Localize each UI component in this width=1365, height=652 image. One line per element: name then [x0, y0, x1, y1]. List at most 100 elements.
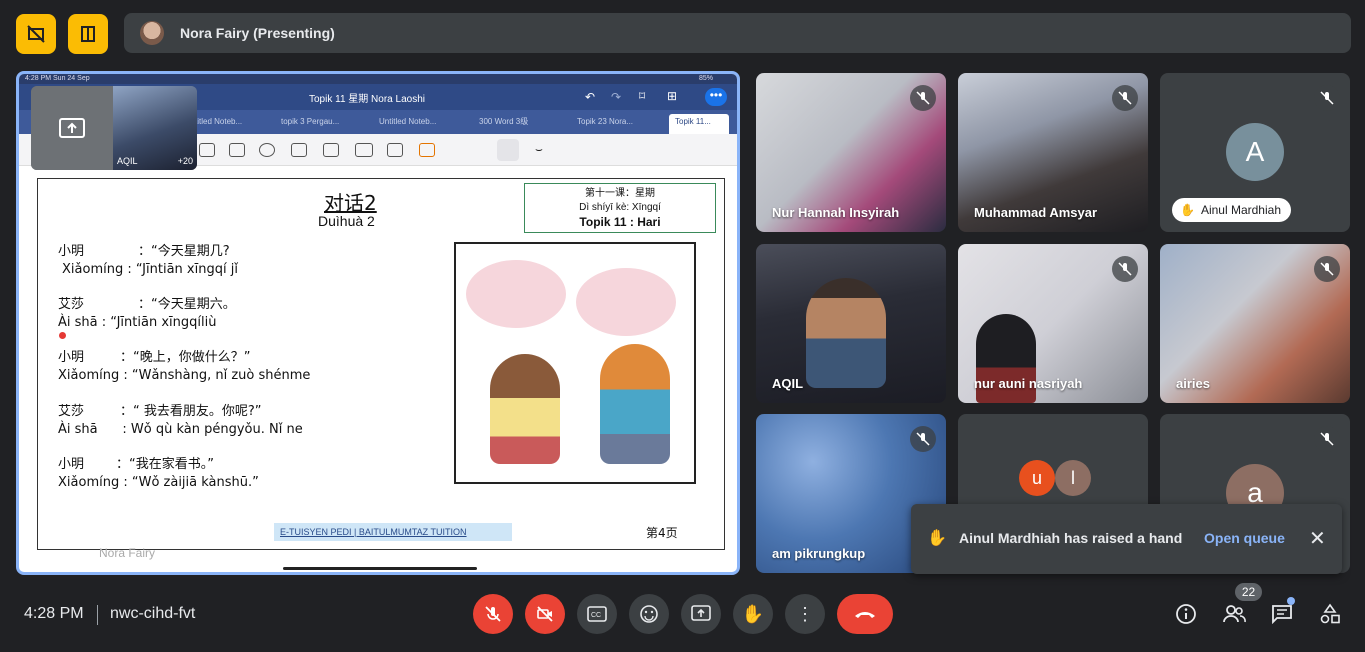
participant-tile[interactable]: A ✋ Ainul Mardhiah: [1160, 73, 1350, 232]
tablet-status-time: 4:28 PM Sun 24 Sep: [25, 75, 90, 82]
pip-camera-feed: AQIL +20: [113, 86, 197, 170]
sticker-tool-icon[interactable]: [291, 143, 307, 157]
participant-tile[interactable]: airies: [1160, 244, 1350, 403]
participant-name: am pikrungkup: [772, 546, 866, 561]
avatar: u: [1019, 460, 1055, 496]
dialogue-title-pinyin: Duìhuà 2: [318, 213, 375, 229]
document-title[interactable]: Topik 11 星期 Nora Laoshi: [309, 90, 425, 105]
more-options-icon[interactable]: •••: [705, 88, 727, 106]
leave-call-button[interactable]: [837, 594, 893, 634]
dialogue-speaker: 小明: [58, 350, 85, 365]
raised-hand-icon: ✋: [1180, 203, 1195, 217]
notebook-tab-active[interactable]: Topik 11...: [669, 114, 729, 134]
emoji-reaction-button[interactable]: [629, 594, 669, 634]
presenter-overlay-name: Nora Fairy: [99, 546, 156, 560]
tablet-status-bar: 4:28 PM Sun 24 Sep 85%: [19, 74, 737, 84]
participant-name: nur auni nasriyah: [974, 376, 1083, 391]
participant-tile[interactable]: Nur Hannah Insyirah: [756, 73, 946, 232]
camera-toggle-button[interactable]: [525, 594, 565, 634]
notebook-tab[interactable]: topik 3 Pergau...: [275, 114, 345, 130]
chat-icon[interactable]: [1270, 602, 1294, 626]
dialogue-line: ：“今天星期六。: [138, 297, 236, 312]
people-icon[interactable]: [1222, 602, 1246, 626]
dialogue-pinyin: Ài shā : Wǒ qù kàn péngyǒu. Nǐ ne: [58, 422, 303, 437]
avatar: l: [1055, 460, 1091, 496]
laser-tool-icon[interactable]: [419, 143, 435, 157]
pen-size-icon[interactable]: [497, 139, 519, 161]
stroke-style-icon[interactable]: ⌣: [535, 142, 543, 157]
activities-icon[interactable]: [1318, 602, 1342, 626]
people-count-badge: 22: [1235, 583, 1262, 601]
dialogue-line: ：“ 我去看朋友。你呢?”: [120, 404, 262, 419]
participant-name: Nur Hannah Insyirah: [772, 205, 900, 220]
mic-off-icon: [1314, 256, 1340, 282]
participant-tile[interactable]: Muhammad Amsyar: [958, 73, 1148, 232]
image-tool-icon[interactable]: [323, 143, 339, 157]
participant-tile[interactable]: nur auni nasriyah: [958, 244, 1148, 403]
mic-off-icon: [1314, 426, 1340, 452]
dialogue-line: ：“我在家看书。”: [116, 457, 214, 472]
lesson-box-line: 第十一课：星期: [585, 188, 655, 199]
presentation-stage: 4:28 PM Sun 24 Sep 85% Topik 11 星期 Nora …: [16, 71, 740, 575]
meeting-time: 4:28 PM: [24, 605, 84, 622]
dialogue-pinyin: Ài shā : “Jīntiān xīngqíliù: [58, 315, 217, 330]
bookmark-icon[interactable]: ⌑: [639, 89, 645, 103]
mic-off-icon: [1112, 85, 1138, 111]
presenter-bar: Nora Fairy (Presenting): [124, 13, 1351, 53]
battery-indicator: 85%: [698, 75, 713, 82]
notebook-tab[interactable]: Untitled Noteb...: [373, 114, 443, 130]
raise-hand-button[interactable]: ✋: [733, 594, 773, 634]
redo-icon[interactable]: ↷: [611, 90, 621, 104]
raised-hand-chip: ✋ Ainul Mardhiah: [1172, 198, 1291, 222]
dialogue-pinyin: Xiǎomíng : “Wǎnshàng, nǐ zuò shénme: [58, 368, 311, 383]
notebook-tab[interactable]: titled Noteb...: [189, 114, 259, 130]
dialogue-speaker: 艾莎: [58, 404, 85, 419]
text-tool-icon[interactable]: [387, 143, 403, 157]
chat-notification-dot: [1287, 597, 1295, 605]
present-now-button[interactable]: [681, 594, 721, 634]
hand-icon: ✋: [741, 603, 765, 624]
shapes-tool-icon[interactable]: [229, 143, 245, 157]
presenter-label: Nora Fairy (Presenting): [180, 25, 335, 41]
hide-self-view-icon[interactable]: [16, 14, 56, 54]
add-page-icon[interactable]: ⊞: [667, 89, 677, 103]
notebook-tab[interactable]: 300 Word 3级: [473, 114, 543, 130]
toast-message: Ainul Mardhiah has raised a hand: [959, 530, 1183, 546]
pip-count: +20: [177, 156, 193, 166]
more-vert-icon: ⋮: [796, 604, 814, 624]
mic-toggle-button[interactable]: [473, 594, 513, 634]
undo-icon[interactable]: ↶: [585, 90, 595, 104]
mic-off-icon: [1314, 85, 1340, 111]
participant-tile[interactable]: AQIL: [756, 244, 946, 403]
lasso-tool-icon[interactable]: [259, 143, 275, 157]
dialogue-pinyin: Xiǎomíng : “Jīntiān xīngqí jǐ: [62, 262, 238, 277]
meeting-details-icon[interactable]: [1174, 602, 1198, 626]
mic-off-icon: [910, 85, 936, 111]
more-options-button[interactable]: ⋮: [785, 594, 825, 634]
captions-button[interactable]: CC: [577, 594, 617, 634]
open-queue-button[interactable]: Open queue: [1204, 530, 1285, 546]
laser-pointer-icon: [59, 332, 66, 339]
participant-name: airies: [1176, 376, 1210, 391]
self-view-pip[interactable]: AQIL +20: [31, 86, 197, 170]
presenter-avatar: [140, 21, 164, 45]
lesson-box: 第十一课：星期 Dì shíyī kè: Xīngqí Topik 11 : H…: [524, 183, 716, 233]
close-icon[interactable]: ✕: [1309, 526, 1326, 551]
girl-figure: [490, 354, 560, 464]
participant-name: AQIL: [772, 376, 804, 391]
avatar: A: [1226, 123, 1284, 181]
home-indicator: [283, 567, 477, 570]
pen-tool-icon[interactable]: [199, 143, 215, 157]
notebook-tab[interactable]: Topik 23 Nora...: [571, 114, 641, 130]
layout-icon[interactable]: [68, 14, 108, 54]
worksheet-page: 对话2 Duìhuà 2 第十一课：星期 Dì shíyī kè: Xīngqí…: [37, 178, 725, 550]
dialogue-line: ：“晚上，你做什么？”: [120, 350, 251, 365]
participant-name: Ainul Mardhiah: [1200, 203, 1281, 217]
lesson-box-line: Dì shíyī kè: Xīngqí: [579, 202, 661, 213]
divider: [97, 605, 98, 625]
dialogue-speaker: 小明: [58, 457, 85, 472]
page-number: 第4页: [646, 526, 678, 540]
dialogue-title: 对话2: [324, 191, 377, 215]
dialogue-illustration: [454, 242, 696, 484]
keyboard-tool-icon[interactable]: [355, 143, 373, 157]
